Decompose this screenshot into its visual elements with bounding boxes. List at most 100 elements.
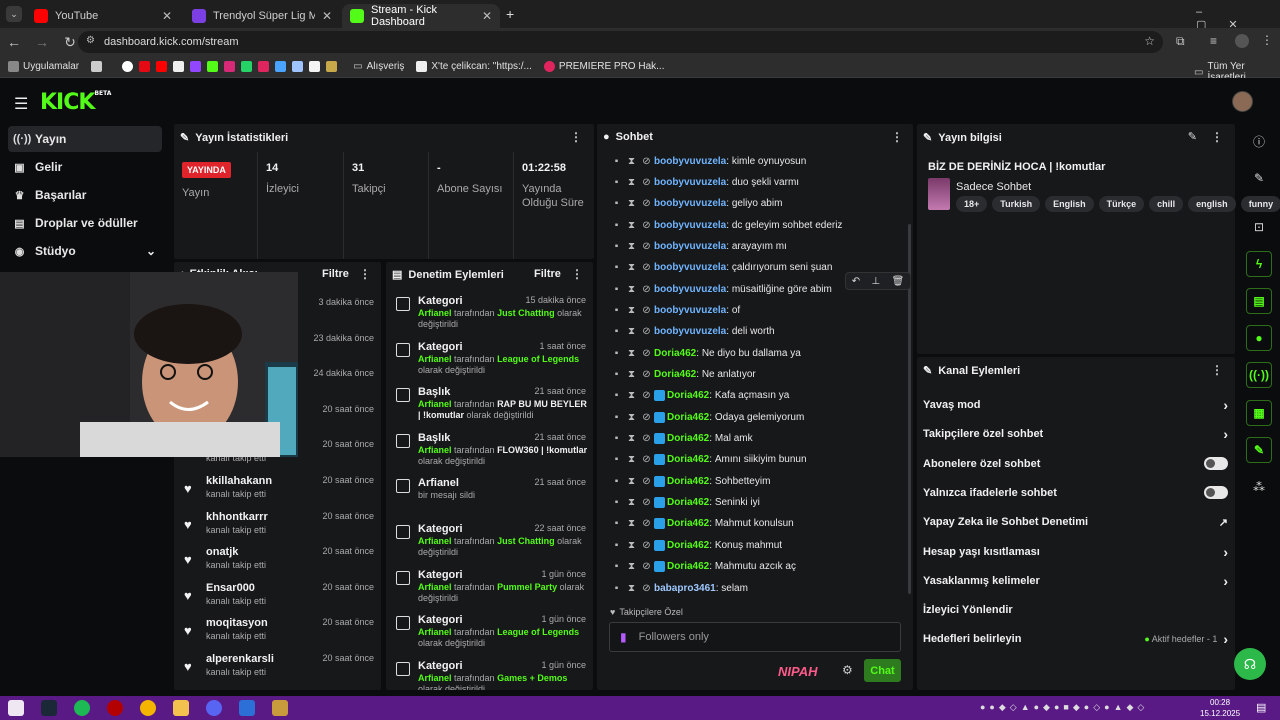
moderation-item[interactable]: Kategori 1 gün önce Arfianel tarafından Le… bbox=[396, 614, 586, 656]
channel-action-item[interactable]: Abonelere özel sohbet bbox=[923, 450, 1228, 478]
filter-button[interactable]: Filtre bbox=[534, 268, 561, 280]
chat-message[interactable]: ▪ ⧗ ⊘ boobyvuvuzela: duo şekli varmı bbox=[609, 174, 799, 190]
delete-icon[interactable]: ▪ bbox=[609, 433, 624, 444]
spotify-icon[interactable] bbox=[74, 700, 90, 716]
chat-message[interactable]: ▪ ⧗ ⊘ Doria462: Ne anlatıyor bbox=[609, 367, 756, 383]
ban-icon[interactable]: ⊘ bbox=[639, 390, 654, 401]
delete-icon[interactable]: ▪ bbox=[609, 412, 624, 423]
chat-message[interactable]: ▪ ⧗ ⊘ Doria462: Odaya gelemiyorum bbox=[609, 409, 804, 425]
activity-item[interactable]: ♥ moqitasyon kanalı takip etti 20 saat önce bbox=[184, 617, 374, 653]
pin-icon[interactable]: ⊥ bbox=[871, 276, 880, 287]
more-options-icon[interactable]: ⋮ bbox=[570, 130, 582, 144]
screenshot-icon[interactable]: ⊡ bbox=[1246, 214, 1272, 240]
kick-icon[interactable] bbox=[207, 61, 219, 72]
site-icon[interactable] bbox=[275, 61, 287, 72]
delete-icon[interactable]: ▪ bbox=[609, 518, 624, 529]
broadcast-icon[interactable]: ((·)) bbox=[1246, 362, 1272, 388]
delete-icon[interactable]: ▪ bbox=[609, 262, 624, 273]
delete-icon[interactable]: ▪ bbox=[609, 476, 624, 487]
youtube-icon[interactable] bbox=[156, 61, 168, 72]
chat-username[interactable]: Doria462 bbox=[667, 476, 709, 487]
delete-icon[interactable]: ▪ bbox=[609, 369, 624, 380]
chat-username[interactable]: boobyvuvuzela bbox=[654, 156, 726, 167]
more-options-icon[interactable]: ⋮ bbox=[1211, 363, 1223, 377]
channel-action-item[interactable]: Hedefleri belirleyin ● Aktif hedefler - 1… bbox=[923, 625, 1228, 653]
toggle-switch[interactable] bbox=[1204, 457, 1228, 471]
chat-username[interactable]: boobyvuvuzela bbox=[654, 177, 726, 188]
tab-kick-dashboard[interactable]: Stream - Kick Dashboard ✕ bbox=[342, 4, 500, 28]
chat-message[interactable]: ▪ ⧗ ⊘ boobyvuvuzela: çaldırıyorum seni şuan bbox=[609, 260, 833, 276]
timeout-icon[interactable]: ⧗ bbox=[624, 348, 639, 359]
more-options-icon[interactable]: ⋮ bbox=[359, 267, 371, 281]
chat-username[interactable]: Doria462 bbox=[667, 433, 709, 444]
timeout-icon[interactable]: ⧗ bbox=[624, 454, 639, 465]
timeout-icon[interactable]: ⧗ bbox=[624, 412, 639, 423]
ban-icon[interactable]: ⊘ bbox=[639, 348, 654, 359]
chat-message[interactable]: ▪ ⧗ ⊘ boobyvuvuzela: kimle oynuyosun bbox=[609, 153, 807, 169]
chat-message[interactable]: ▪ ⧗ ⊘ boobyvuvuzela: of bbox=[609, 302, 740, 318]
menu-icon[interactable]: ⋮ bbox=[1261, 33, 1273, 47]
moderation-item[interactable]: Kategori 1 saat önce Arfianel tarafından L… bbox=[396, 341, 586, 383]
chat-message[interactable]: ▪ ⧗ ⊘ Doria462: Mal amk bbox=[609, 431, 753, 447]
chat-username[interactable]: boobyvuvuzela bbox=[654, 220, 726, 231]
tag-chip[interactable]: 18+ bbox=[956, 196, 988, 212]
ban-icon[interactable]: ⊘ bbox=[639, 198, 654, 209]
forward-icon[interactable]: → bbox=[28, 34, 56, 50]
support-headset-icon[interactable]: ☊ bbox=[1234, 648, 1266, 680]
timeout-icon[interactable]: ⧗ bbox=[624, 326, 639, 337]
chat-username[interactable]: Doria462 bbox=[667, 540, 709, 551]
delete-icon[interactable]: ▪ bbox=[609, 348, 624, 359]
toggle-switch[interactable] bbox=[1204, 486, 1228, 500]
timeout-icon[interactable]: ⧗ bbox=[624, 433, 639, 444]
new-tab-icon[interactable]: + bbox=[506, 6, 514, 22]
bookmark-star-icon[interactable]: ☆ bbox=[1144, 34, 1155, 48]
discord-icon[interactable] bbox=[206, 700, 222, 716]
chat-username[interactable]: boobyvuvuzela bbox=[654, 326, 726, 337]
timeout-icon[interactable]: ⧗ bbox=[624, 369, 639, 380]
chat-username[interactable]: Doria462 bbox=[667, 412, 709, 423]
chat-send-button[interactable]: Chat bbox=[864, 659, 901, 682]
delete-icon[interactable]: ▪ bbox=[609, 497, 624, 508]
ban-icon[interactable]: ⊘ bbox=[639, 433, 654, 444]
filter-button[interactable]: Filtre bbox=[322, 268, 349, 280]
activity-item[interactable]: ♥ kkillahakann kanalı takip etti 20 saat ön… bbox=[184, 475, 374, 511]
moderation-item[interactable]: Başlık 21 saat önce Arfianel tarafından FL… bbox=[396, 432, 587, 474]
chat-message[interactable]: ▪ ⧗ ⊘ boobyvuvuzela: deli worth bbox=[609, 324, 775, 340]
close-icon[interactable]: ✕ bbox=[162, 9, 172, 23]
extensions-icon[interactable]: ⧉ bbox=[1176, 34, 1185, 49]
bookmark-premiere[interactable]: PREMIERE PRO Hak... bbox=[543, 61, 664, 72]
chat-message[interactable]: ▪ ⧗ ⊘ boobyvuvuzela: müsaitliğine göre abim bbox=[609, 281, 832, 297]
delete-icon[interactable]: ▪ bbox=[609, 390, 624, 401]
ban-icon[interactable]: ⊘ bbox=[639, 305, 654, 316]
ban-icon[interactable]: ⊘ bbox=[639, 369, 654, 380]
ban-icon[interactable]: ⊘ bbox=[639, 262, 654, 273]
timeout-icon[interactable]: ⧗ bbox=[624, 583, 639, 594]
bookmark-folder-alisveris[interactable]: ▭ Alışveriş bbox=[353, 61, 404, 72]
activity-item[interactable]: ♥ khhontkarrr kanalı takip etti 20 saat önc… bbox=[184, 511, 374, 547]
moderation-item[interactable]: Kategori 1 gün önce Arfianel tarafından Pu… bbox=[396, 569, 586, 611]
channel-action-item[interactable]: Yavaş mod › bbox=[923, 391, 1228, 419]
delete-icon[interactable]: ▪ bbox=[609, 241, 624, 252]
clock[interactable]: 00:28 15.12.2025 bbox=[1200, 697, 1240, 719]
chrome-icon[interactable] bbox=[140, 700, 156, 716]
timeout-icon[interactable]: ⧗ bbox=[624, 305, 639, 316]
ban-icon[interactable]: ⊘ bbox=[639, 412, 654, 423]
kick-logo[interactable]: KICKBETA bbox=[40, 90, 111, 115]
moderation-item[interactable]: Başlık 21 saat önce Arfianel tarafından RA… bbox=[396, 386, 587, 428]
delete-icon[interactable]: 🗑 bbox=[892, 276, 905, 287]
site-info-icon[interactable]: ⚙ bbox=[86, 35, 95, 46]
x-icon[interactable] bbox=[173, 61, 185, 72]
layout-icon[interactable]: ▦ bbox=[1246, 400, 1272, 426]
sidebar-item-basarilar[interactable]: ♛ Başarılar bbox=[8, 182, 162, 208]
timeout-icon[interactable]: ⧗ bbox=[624, 518, 639, 529]
tag-chip[interactable]: chill bbox=[1149, 196, 1184, 212]
league-icon[interactable] bbox=[272, 700, 288, 716]
chat-username[interactable]: Doria462 bbox=[667, 561, 709, 572]
settings-gear-icon[interactable]: ⚙ bbox=[842, 663, 853, 677]
tab-youtube[interactable]: YouTube ✕ bbox=[26, 4, 180, 28]
activity-item[interactable]: ♥ alperenkarsli kanalı takip etti 20 saat ö… bbox=[184, 653, 374, 689]
sidebar-item-yayin[interactable]: ((·)) Yayın bbox=[8, 126, 162, 152]
twitch-icon[interactable] bbox=[190, 61, 202, 72]
chat-username[interactable]: Doria462 bbox=[654, 348, 696, 359]
close-icon[interactable]: ✕ bbox=[322, 9, 332, 23]
